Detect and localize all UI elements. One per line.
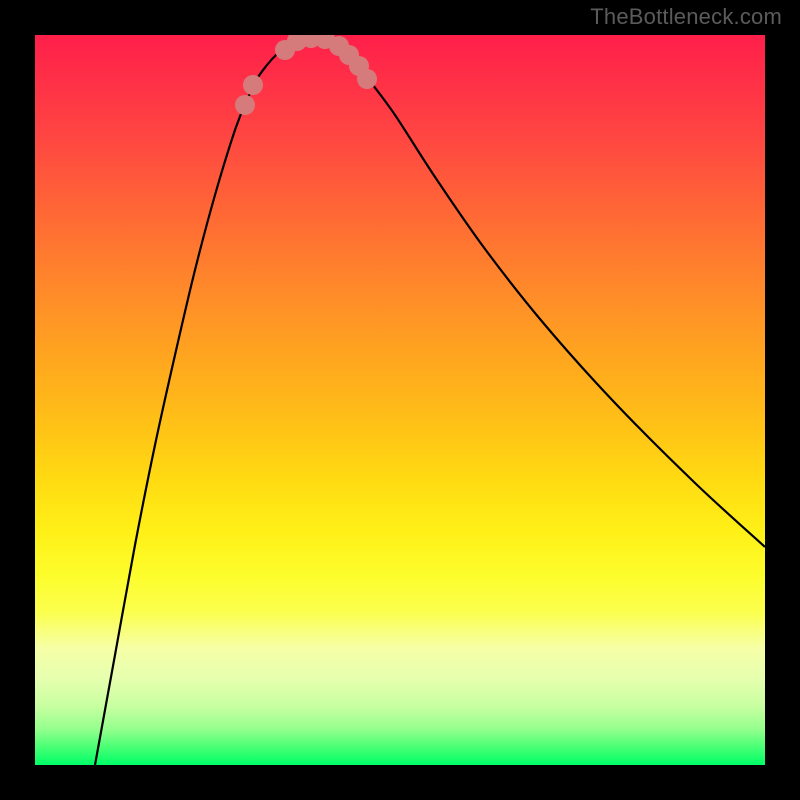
highlight-marker — [357, 69, 377, 89]
highlight-marker — [235, 95, 255, 115]
highlight-marker-group — [235, 35, 377, 115]
chart-svg — [35, 35, 765, 765]
bottleneck-curve-line — [95, 38, 765, 765]
chart-plot-area — [35, 35, 765, 765]
watermark-text: TheBottleneck.com — [590, 4, 782, 30]
highlight-marker — [243, 75, 263, 95]
